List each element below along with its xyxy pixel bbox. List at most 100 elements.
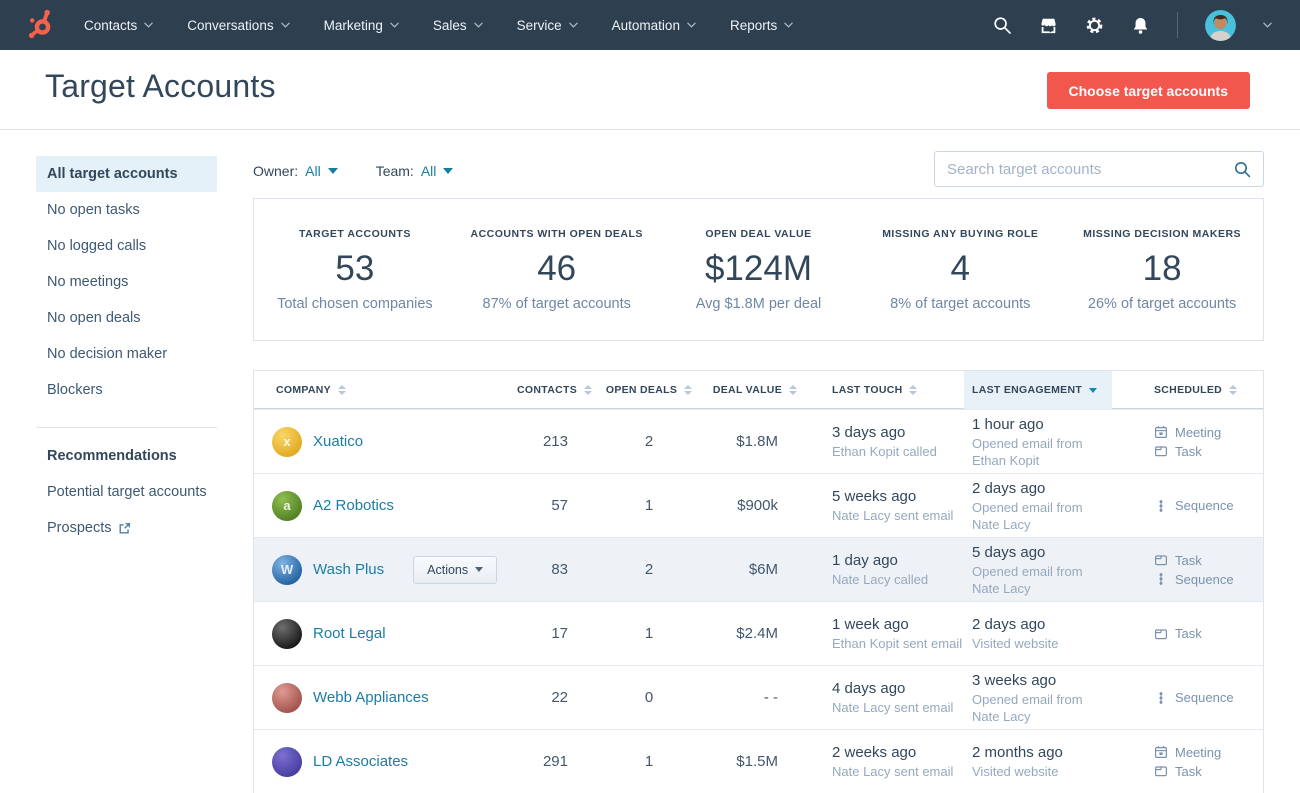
last-touch-detail: Nate Lacy called (832, 571, 964, 588)
column-header-scheduled[interactable]: SCHEDULED (1112, 371, 1263, 409)
column-header-contacts[interactable]: CONTACTS (519, 371, 594, 409)
search-input[interactable] (935, 161, 1234, 178)
stat-value: $124M (658, 249, 860, 289)
table-header-row: COMPANY CONTACTS OPEN DEALS DEAL VALUE L… (254, 371, 1263, 409)
nav-item-automation[interactable]: Automation (612, 18, 696, 33)
sidebar-item-all-target-accounts[interactable]: All target accounts (36, 156, 217, 192)
column-header-last-engagement-sorted[interactable]: LAST ENGAGEMENT (964, 371, 1112, 409)
search-icon[interactable] (993, 16, 1012, 35)
sort-icon (584, 385, 592, 395)
scheduled-sequence: Sequence (1154, 498, 1263, 513)
nav-menu: Contacts Conversations Marketing Sales S… (84, 18, 793, 33)
marketplace-icon[interactable] (1039, 16, 1058, 35)
sidebar: All target accounts No open tasks No log… (36, 156, 217, 546)
company-link[interactable]: Wash Plus (313, 561, 384, 578)
user-avatar[interactable] (1205, 10, 1236, 41)
last-touch-detail: Nate Lacy sent email (832, 507, 964, 524)
sidebar-item-no-decision-maker[interactable]: No decision maker (36, 336, 217, 372)
column-header-last-touch[interactable]: LAST TOUCH (799, 371, 964, 409)
table-row[interactable]: LD Associates 291 1 $1.5M 2 weeks agoNat… (254, 729, 1263, 793)
stat-value: 53 (254, 249, 456, 289)
sort-icon (684, 385, 692, 395)
table-row[interactable]: Root Legal 17 1 $2.4M 1 week agoEthan Ko… (254, 601, 1263, 665)
stat-accounts-with-open-deals: ACCOUNTS WITH OPEN DEALS 46 87% of targe… (456, 228, 658, 312)
prospects-label: Prospects (47, 520, 111, 536)
table-row[interactable]: Webb Appliances 22 0 - - 4 days agoNate … (254, 665, 1263, 729)
team-filter[interactable]: Team: All (376, 163, 454, 179)
company-logo (272, 683, 302, 713)
column-header-open-deals[interactable]: OPEN DEALS (594, 371, 704, 409)
last-engagement-detail: Opened email from Nate Lacy (972, 691, 1112, 725)
caret-down-icon (443, 168, 453, 174)
sidebar-item-no-open-deals[interactable]: No open deals (36, 300, 217, 336)
last-engagement-time: 2 days ago (972, 615, 1112, 635)
caret-down-icon (475, 567, 483, 572)
external-link-icon (118, 522, 131, 535)
table-row[interactable]: aA2 Robotics 57 1 $900k 5 weeks agoNate … (254, 473, 1263, 537)
nav-item-service[interactable]: Service (517, 18, 578, 33)
hubspot-logo[interactable] (24, 7, 58, 43)
last-touch-detail: Nate Lacy sent email (832, 699, 964, 716)
sidebar-item-potential-target-accounts[interactable]: Potential target accounts (36, 474, 217, 510)
table-row[interactable]: xXuatico 213 2 $1.8M 3 days agoEthan Kop… (254, 409, 1263, 473)
main-content: Owner: All Team: All TARGET ACCOUNTS 53 … (253, 143, 1264, 793)
scheduled-task: Task (1154, 553, 1263, 568)
meeting-icon (1154, 745, 1168, 759)
deal-value: $900k (704, 497, 799, 514)
owner-filter[interactable]: Owner: All (253, 163, 338, 179)
sidebar-divider (36, 427, 217, 428)
company-link[interactable]: LD Associates (313, 753, 408, 770)
team-filter-label: Team: (376, 163, 414, 179)
target-accounts-table: COMPANY CONTACTS OPEN DEALS DEAL VALUE L… (253, 370, 1264, 793)
column-header-deal-value[interactable]: DEAL VALUE (704, 371, 799, 409)
top-navigation: Contacts Conversations Marketing Sales S… (0, 0, 1300, 50)
contacts-count: 22 (519, 689, 594, 706)
company-link[interactable]: Xuatico (313, 433, 363, 450)
last-engagement-detail: Visited website (972, 635, 1112, 652)
open-deals-count: 1 (594, 497, 704, 514)
sidebar-item-no-logged-calls[interactable]: No logged calls (36, 228, 217, 264)
column-header-company[interactable]: COMPANY (254, 371, 519, 409)
scheduled-task: Task (1154, 626, 1263, 641)
scheduled-task: Task (1154, 764, 1263, 779)
sort-icon (789, 385, 797, 395)
stat-caption: 8% of target accounts (859, 296, 1061, 312)
chevron-down-icon (569, 22, 578, 28)
table-row-hovered[interactable]: WWash Plus Actions 83 2 $6M 1 day agoNat… (254, 537, 1263, 601)
chevron-down-icon (390, 22, 399, 28)
sidebar-item-prospects[interactable]: Prospects (36, 510, 217, 546)
sidebar-item-no-open-tasks[interactable]: No open tasks (36, 192, 217, 228)
last-engagement-detail: Opened email from Nate Lacy (972, 499, 1112, 533)
contacts-count: 83 (519, 561, 594, 578)
nav-item-sales[interactable]: Sales (433, 18, 483, 33)
actions-button[interactable]: Actions (413, 556, 497, 584)
stat-caption: Total chosen companies (254, 296, 456, 312)
stat-caption: 26% of target accounts (1061, 296, 1263, 312)
company-link[interactable]: Webb Appliances (313, 689, 429, 706)
company-logo: a (272, 491, 302, 521)
scheduled-meeting: Meeting (1154, 745, 1263, 760)
nav-label: Sales (433, 18, 467, 33)
last-touch-time: 2 weeks ago (832, 743, 964, 763)
choose-target-accounts-button[interactable]: Choose target accounts (1047, 72, 1250, 109)
sidebar-item-no-meetings[interactable]: No meetings (36, 264, 217, 300)
nav-item-contacts[interactable]: Contacts (84, 18, 153, 33)
contacts-count: 57 (519, 497, 594, 514)
nav-item-conversations[interactable]: Conversations (187, 18, 289, 33)
deal-value: $1.8M (704, 433, 799, 450)
chevron-down-icon (144, 22, 153, 28)
account-caret-icon[interactable] (1263, 22, 1272, 28)
nav-label: Conversations (187, 18, 273, 33)
last-engagement-time: 3 weeks ago (972, 671, 1112, 691)
notifications-icon[interactable] (1131, 16, 1150, 35)
nav-item-reports[interactable]: Reports (730, 18, 793, 33)
company-link[interactable]: Root Legal (313, 625, 386, 642)
company-link[interactable]: A2 Robotics (313, 497, 394, 514)
settings-icon[interactable] (1085, 16, 1104, 35)
stat-value: 18 (1061, 249, 1263, 289)
sidebar-item-blockers[interactable]: Blockers (36, 372, 217, 408)
nav-item-marketing[interactable]: Marketing (324, 18, 399, 33)
last-engagement-detail: Visited website (972, 763, 1112, 780)
stat-label: OPEN DEAL VALUE (658, 228, 860, 240)
search-icon[interactable] (1234, 161, 1251, 178)
